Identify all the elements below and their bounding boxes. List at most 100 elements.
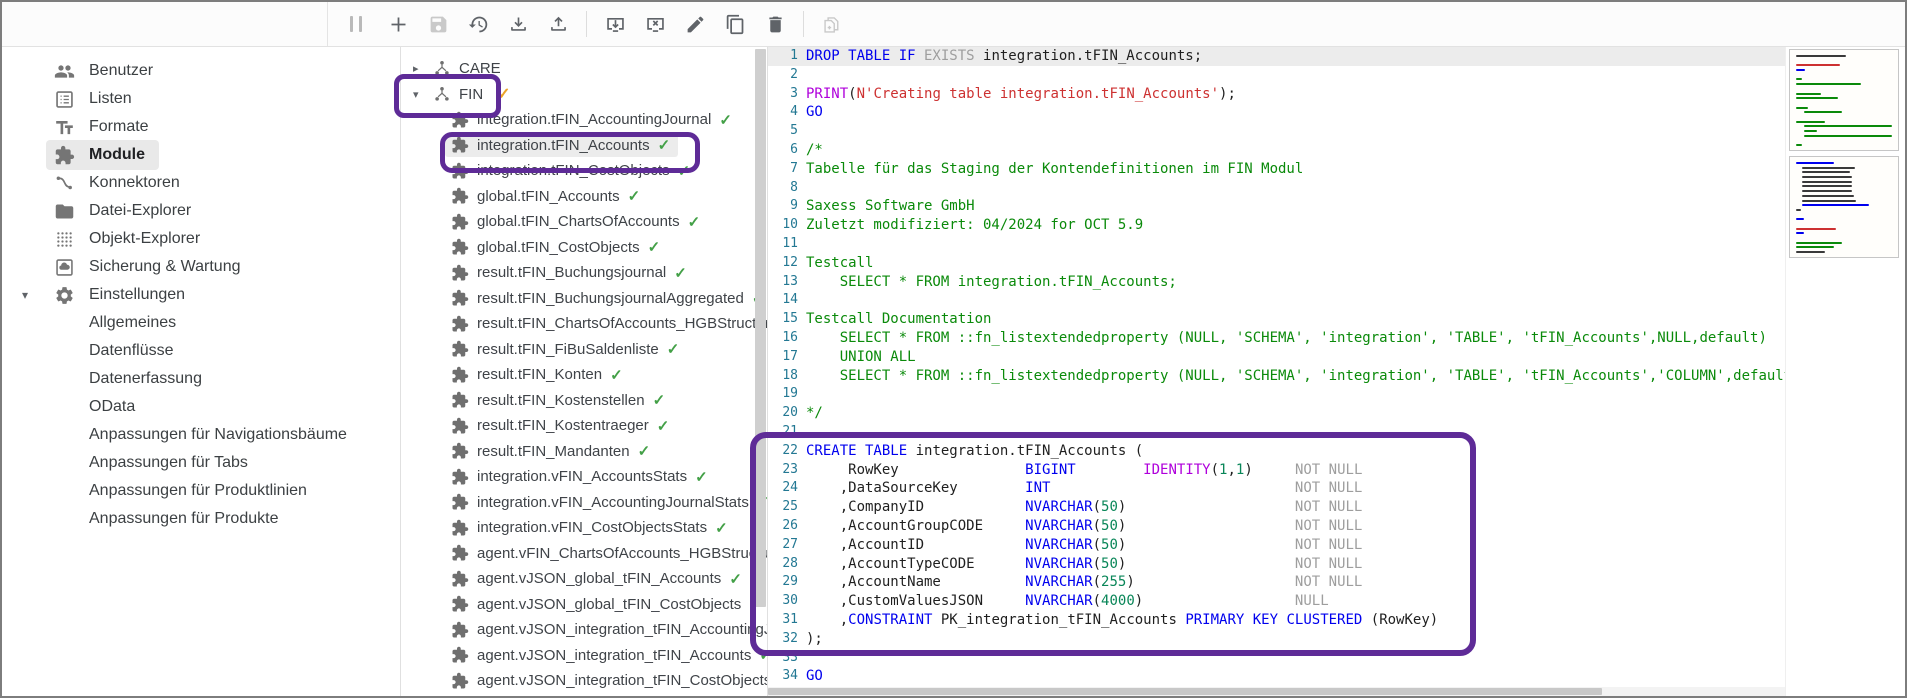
code-line: 33: [768, 649, 1785, 668]
save-button[interactable]: [418, 6, 458, 42]
sidebar-item-konnektoren[interactable]: Konnektoren: [2, 169, 400, 197]
tree-item-integration-tfin-accounts[interactable]: integration.tFIN_Accounts✓: [401, 133, 767, 159]
tree-item-body: result.tFIN_FiBuSaldenliste✓: [445, 337, 687, 361]
code-text: GO: [806, 667, 823, 686]
tree-item-result-tfin-mandanten[interactable]: result.tFIN_Mandanten✓: [401, 439, 767, 465]
tree-node-fin[interactable]: ▾FIN✓: [401, 81, 767, 107]
tree-item-agent-vjson-integration-tfin-accounts[interactable]: agent.vJSON_integration_tFIN_Accounts✓: [401, 643, 767, 669]
tree-item-result-tfin-chartsofaccounts-hgbstructure[interactable]: result.tFIN_ChartsOfAccounts_HGBStructur…: [401, 311, 767, 337]
sidebar-item-sicherung-wartung[interactable]: Sicherung & Wartung: [2, 253, 400, 281]
sidebar-item-einstellungen[interactable]: ▾Einstellungen: [2, 281, 400, 309]
modified-check-icon: ✓: [497, 84, 510, 104]
deployed-check-icon: ✓: [653, 391, 666, 409]
duplicate-button[interactable]: [715, 6, 755, 42]
chevron-down-icon[interactable]: ▾: [16, 288, 46, 302]
delete-button[interactable]: [755, 6, 795, 42]
toolbar-separator: [586, 11, 587, 37]
sidebar-item-benutzer[interactable]: Benutzer: [2, 57, 400, 85]
tree-item-result-tfin-buchungsjournalaggregated[interactable]: result.tFIN_BuchungsjournalAggregated✓: [401, 286, 767, 312]
code-text: Tabelle für das Staging der Kontendefini…: [806, 160, 1303, 179]
code-line: 21: [768, 423, 1785, 442]
sidebar-item-listen[interactable]: Listen: [2, 85, 400, 113]
tree-item-agent-vjson-global-tfin-costobjects[interactable]: agent.vJSON_global_tFIN_CostObjects✓: [401, 592, 767, 618]
deployed-check-icon: ✓: [729, 570, 742, 588]
tree-item-global-tfin-chartsofaccounts[interactable]: global.tFIN_ChartsOfAccounts✓: [401, 209, 767, 235]
sidebar-item-body: Datenerfassung: [46, 364, 216, 394]
tree-item-body: global.tFIN_ChartsOfAccounts✓: [445, 210, 708, 234]
chevron-down-icon[interactable]: ▾: [413, 88, 431, 101]
tree-item-global-tfin-costobjects[interactable]: global.tFIN_CostObjects✓: [401, 235, 767, 261]
minimap-page-2[interactable]: [1789, 156, 1899, 258]
tree-item-result-tfin-buchungsjournal[interactable]: result.tFIN_Buchungsjournal✓: [401, 260, 767, 286]
tree-item-agent-vjson-integration-tfin-accountingjournal[interactable]: agent.vJSON_integration_tFIN_AccountingJ…: [401, 617, 767, 643]
deployed-check-icon: ✓: [695, 468, 708, 486]
undeploy-button[interactable]: [635, 6, 675, 42]
minimap-line: [1796, 121, 1825, 123]
add-button[interactable]: [378, 6, 418, 42]
tree-item-agent-vjson-global-tfin-accounts[interactable]: agent.vJSON_global_tFIN_Accounts ✓: [401, 566, 767, 592]
minimap-page-1[interactable]: [1789, 49, 1899, 151]
tree-item-agent-vjson-integration-tfin-costobjects[interactable]: agent.vJSON_integration_tFIN_CostObjects: [401, 668, 767, 694]
sidebar-item-objekt-explorer[interactable]: Objekt-Explorer: [2, 225, 400, 253]
minimap-line: [1796, 107, 1808, 109]
puzzle-icon: [449, 186, 471, 206]
sidebar-item-anpassungen-f-r-tabs[interactable]: Anpassungen für Tabs: [2, 449, 400, 477]
code-text: GO: [806, 103, 823, 122]
chevron-right-icon[interactable]: ▸: [413, 62, 431, 75]
upload-button[interactable]: [538, 6, 578, 42]
edit-button[interactable]: [675, 6, 715, 42]
sidebar-item-datenfl-sse[interactable]: Datenflüsse: [2, 337, 400, 365]
backup-icon: [52, 255, 76, 279]
sidebar-item-body: Einstellungen: [46, 280, 199, 310]
tree-item-body: integration.vFIN_AccountsStats✓: [445, 465, 716, 489]
line-number: 28: [768, 555, 806, 574]
tree-item-result-tfin-fibusaldenliste[interactable]: result.tFIN_FiBuSaldenliste✓: [401, 337, 767, 363]
tree-item-integration-vfin-accountingjournalstats[interactable]: integration.vFIN_AccountingJournalStats✓: [401, 490, 767, 516]
sidebar-item-anpassungen-f-r-produktlinien[interactable]: Anpassungen für Produktlinien: [2, 477, 400, 505]
tree-node-care[interactable]: ▸CARE: [401, 55, 767, 81]
compare-button[interactable]: [812, 6, 852, 42]
tree-item-result-tfin-kostentraeger[interactable]: result.tFIN_Kostentraeger✓: [401, 413, 767, 439]
sidebar-item-datei-explorer[interactable]: Datei-Explorer: [2, 197, 400, 225]
restore-version-button[interactable]: [458, 6, 498, 42]
tree-item-global-tfin-accounts[interactable]: global.tFIN_Accounts✓: [401, 184, 767, 210]
sidebar-item-anpassungen-f-r-navigationsb-ume[interactable]: Anpassungen für Navigationsbäume: [2, 421, 400, 449]
download-button[interactable]: [498, 6, 538, 42]
tree-item-agent-vfin-chartsofaccounts-hgbstructure[interactable]: agent.vFIN_ChartsOfAccounts_HGBStructure: [401, 541, 767, 567]
module-tree-panel[interactable]: ▸CARE▾FIN✓integration.tFIN_AccountingJou…: [400, 47, 768, 696]
sql-code-editor[interactable]: 1DROP TABLE IF EXISTS integration.tFIN_A…: [768, 47, 1785, 696]
tree-item-body: agent.vJSON_integration_tFIN_Accounts✓: [445, 643, 768, 667]
sidebar-item-label: Module: [89, 146, 145, 164]
tree-item-body: global.tFIN_CostObjects✓: [445, 235, 668, 259]
tree-item-result-tfin-kostenstellen[interactable]: result.tFIN_Kostenstellen✓: [401, 388, 767, 414]
code-line: 14: [768, 291, 1785, 310]
deploy-button[interactable]: [595, 6, 635, 42]
drag-handle[interactable]: [350, 16, 362, 32]
sidebar-item-anpassungen-f-r-produkte[interactable]: Anpassungen für Produkte: [2, 505, 400, 533]
tree-item-integration-tfin-accountingjournal[interactable]: integration.tFIN_AccountingJournal✓: [401, 107, 767, 133]
tree-item-integration-tfin-costobjects[interactable]: integration.tFIN_CostObjects✓: [401, 158, 767, 184]
folder-icon: [52, 199, 76, 223]
tree-item-result-tfin-konten[interactable]: result.tFIN_Konten✓: [401, 362, 767, 388]
editor-horizontal-scrollbar-thumb[interactable]: [768, 688, 1602, 695]
upload-icon: [548, 14, 569, 35]
sidebar-item-datenerfassung[interactable]: Datenerfassung: [2, 365, 400, 393]
sidebar-item-body: Datei-Explorer: [46, 196, 205, 226]
sidebar-item-allgemeines[interactable]: Allgemeines: [2, 309, 400, 337]
puzzle-icon: [449, 314, 471, 334]
tree-scrollbar-thumb[interactable]: [755, 49, 766, 607]
code-line: 22CREATE TABLE integration.tFIN_Accounts…: [768, 442, 1785, 461]
sidebar-item-label: Anpassungen für Produkte: [89, 510, 278, 528]
code-line: 25 ,CompanyID NVARCHAR(50) NOT NULL: [768, 498, 1785, 517]
tree-item-label: agent.vJSON_global_tFIN_Accounts: [477, 570, 721, 587]
sidebar-item-formate[interactable]: Formate: [2, 113, 400, 141]
puzzle-icon: [449, 390, 471, 410]
editor-horizontal-scrollbar: [768, 687, 1785, 696]
tree-item-integration-vfin-costobjectsstats[interactable]: integration.vFIN_CostObjectsStats✓: [401, 515, 767, 541]
tree-item-integration-vfin-accountsstats[interactable]: integration.vFIN_AccountsStats✓: [401, 464, 767, 490]
puzzle-icon: [449, 339, 471, 359]
tree-item-label: result.tFIN_Buchungsjournal: [477, 264, 666, 281]
sidebar-item-odata[interactable]: OData: [2, 393, 400, 421]
sidebar-item-module[interactable]: Module: [2, 141, 400, 169]
list-icon: [52, 87, 76, 111]
